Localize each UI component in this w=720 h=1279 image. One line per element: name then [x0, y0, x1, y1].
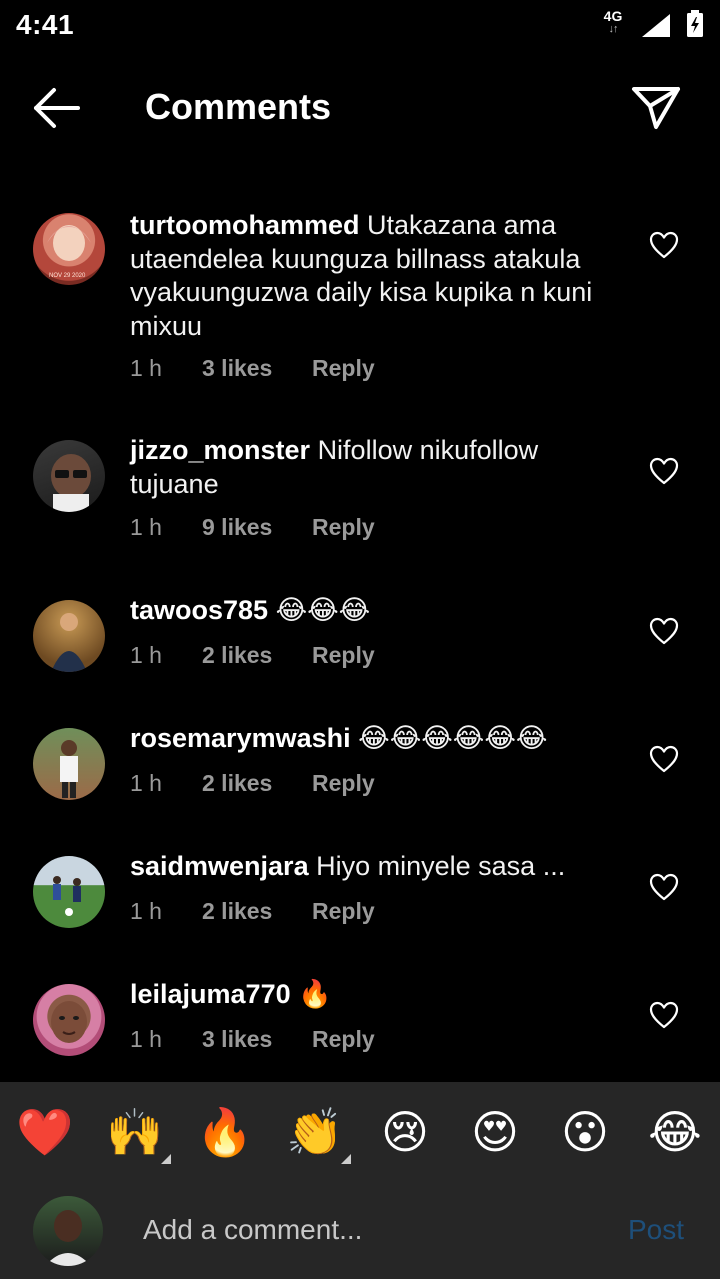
emoji-tears-of-joy-button[interactable]: 😂 [643, 1100, 707, 1164]
comment-text: 😂😂😂 [275, 595, 371, 625]
heart-outline-icon [649, 457, 679, 485]
battery-charging-icon [687, 10, 703, 37]
like-button[interactable] [648, 872, 680, 902]
network-label: 4G [603, 8, 623, 24]
like-button[interactable] [648, 744, 680, 774]
comment-likes[interactable]: 2 likes [202, 898, 272, 925]
emoji-fire-button[interactable]: 🔥 [193, 1100, 257, 1164]
reply-button[interactable]: Reply [312, 642, 375, 669]
avatar-caption: NOV 29 2020 [49, 273, 86, 279]
status-time: 4:41 [16, 9, 75, 40]
post-button[interactable]: Post [628, 1214, 684, 1246]
avatar[interactable] [33, 440, 105, 512]
emoji-crying-face-button[interactable]: 😢 [373, 1100, 437, 1164]
data-activity-icon: ↓↑ [608, 23, 619, 35]
comment-text-block: tawoos785 😂😂😂 [130, 594, 620, 628]
composer: Post [0, 1190, 720, 1270]
comment-username[interactable]: turtoomohammed [130, 210, 360, 240]
comment-text-block: turtoomohammed Utakazana ama utaendelea … [130, 209, 620, 343]
heart-outline-icon [649, 873, 679, 901]
comment-likes[interactable]: 3 likes [202, 355, 272, 382]
header: Comments [0, 70, 720, 146]
emoji-quick-bar: ❤️ 🙌 🔥 👏 😢 😍 😮 😂 [0, 1100, 720, 1170]
cell-signal-icon [642, 14, 670, 37]
comment-likes[interactable]: 3 likes [202, 1026, 272, 1053]
comment-time: 1 h [130, 770, 162, 796]
comment-item: saidmwenjara Hiyo minyele sasa ... 1 h 2… [0, 848, 720, 938]
avatar-image [60, 740, 78, 798]
reply-button[interactable]: Reply [312, 1026, 375, 1053]
heart-outline-icon [649, 617, 679, 645]
emoji-raising-hands-button[interactable]: 🙌 [103, 1100, 171, 1164]
comment-username[interactable]: leilajuma770 [130, 979, 291, 1009]
heart-outline-icon [649, 745, 679, 773]
share-button[interactable] [628, 82, 684, 134]
emoji-glyph: 🙌 [106, 1106, 164, 1158]
avatar-image: NOV 29 2020 [47, 225, 91, 279]
emoji-red-heart-button[interactable]: ❤️ [13, 1100, 77, 1164]
comment-time: 1 h [130, 642, 162, 668]
reply-button[interactable]: Reply [312, 770, 375, 797]
reply-button[interactable]: Reply [312, 898, 375, 925]
network-indicator: 4G ↓↑ [600, 9, 626, 39]
page-title: Comments [145, 86, 332, 127]
like-button[interactable] [648, 616, 680, 646]
arrow-left-icon [34, 88, 80, 128]
reply-button[interactable]: Reply [312, 355, 375, 382]
comment-text-block: rosemarymwashi 😂😂😂😂😂😂 [130, 722, 620, 756]
comment-item: leilajuma770 🔥 1 h 3 likes Reply [0, 976, 720, 1066]
like-button[interactable] [648, 1000, 680, 1030]
avatar[interactable]: NOV 29 2020 [33, 213, 105, 285]
comment-username[interactable]: rosemarymwashi [130, 723, 351, 753]
status-bar: 4:41 4G ↓↑ [0, 0, 720, 50]
comment-item: tawoos785 😂😂😂 1 h 2 likes Reply [0, 592, 720, 682]
avatar[interactable] [33, 856, 105, 928]
comment-text: 🔥 [298, 979, 332, 1009]
avatar[interactable] [33, 984, 105, 1056]
like-button[interactable] [648, 456, 680, 486]
skin-tone-indicator-icon [341, 1154, 351, 1164]
like-button[interactable] [648, 230, 680, 260]
comment-time: 1 h [130, 514, 162, 540]
paper-plane-icon [632, 87, 680, 129]
comment-likes[interactable]: 2 likes [202, 770, 272, 797]
heart-outline-icon [649, 231, 679, 259]
current-user-avatar [33, 1196, 103, 1266]
avatar-image [51, 454, 91, 512]
comment-text: Hiyo minyele sasa ... [316, 851, 566, 881]
emoji-glyph: 👏 [286, 1106, 344, 1158]
comment-item: rosemarymwashi 😂😂😂😂😂😂 1 h 2 likes Reply [0, 720, 720, 810]
comment-time: 1 h [130, 898, 162, 924]
comment-text-block: jizzo_monster Nifollow nikufollow tujuan… [130, 434, 620, 501]
avatar[interactable] [33, 600, 105, 672]
back-button[interactable] [24, 84, 88, 132]
comment-likes[interactable]: 2 likes [202, 642, 272, 669]
comment-input[interactable] [143, 1208, 603, 1252]
comment-item: NOV 29 2020 turtoomohammed Utakazana ama… [0, 205, 720, 395]
comment-username[interactable]: tawoos785 [130, 595, 268, 625]
comment-text-block: leilajuma770 🔥 [130, 978, 620, 1012]
emoji-heart-eyes-button[interactable]: 😍 [463, 1100, 527, 1164]
comment-text-block: saidmwenjara Hiyo minyele sasa ... [130, 850, 620, 884]
avatar-image [51, 613, 87, 672]
avatar[interactable] [33, 728, 105, 800]
reply-button[interactable]: Reply [312, 514, 375, 541]
avatar-image [51, 1001, 87, 1043]
comment-item: jizzo_monster Nifollow nikufollow tujuan… [0, 432, 720, 552]
avatar-image [53, 876, 81, 916]
avatar-image [45, 1210, 91, 1266]
comment-likes[interactable]: 9 likes [202, 514, 272, 541]
comment-time: 1 h [130, 1026, 162, 1052]
comment-composer-bar: ❤️ 🙌 🔥 👏 😢 😍 😮 😂 Post [0, 1082, 720, 1279]
heart-outline-icon [649, 1001, 679, 1029]
emoji-open-mouth-button[interactable]: 😮 [553, 1100, 617, 1164]
skin-tone-indicator-icon [161, 1154, 171, 1164]
comment-text: 😂😂😂😂😂😂 [358, 723, 548, 753]
emoji-clapping-hands-button[interactable]: 👏 [283, 1100, 351, 1164]
comment-username[interactable]: saidmwenjara [130, 851, 309, 881]
comment-username[interactable]: jizzo_monster [130, 435, 310, 465]
comment-time: 1 h [130, 355, 162, 381]
